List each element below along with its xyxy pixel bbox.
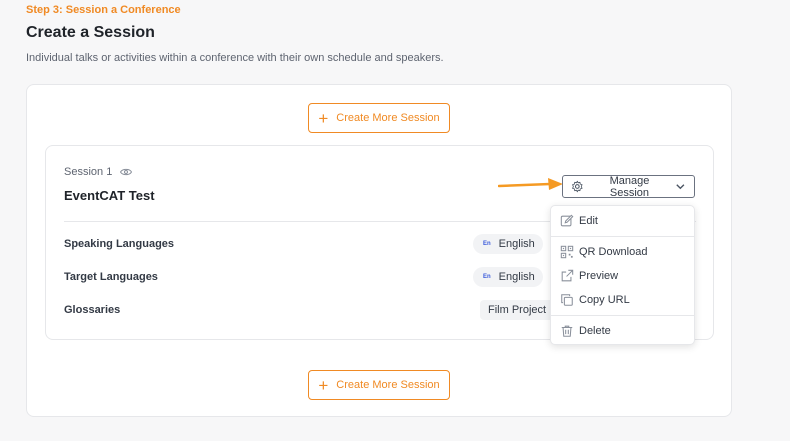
create-more-session-button-bottom[interactable]: + Create More Session (308, 370, 450, 400)
page-subtitle: Individual talks or activities within a … (26, 52, 444, 64)
flag-icon: En (483, 274, 491, 280)
target-languages-label: Target Languages (64, 271, 158, 283)
qr-icon (560, 245, 574, 259)
manage-session-dropdown: Edit QR Download Preview Copy URL Delete (550, 205, 695, 345)
speaking-language-value: English (498, 238, 535, 250)
menu-item-delete[interactable]: Delete (560, 323, 611, 339)
session-number-label: Session 1 (64, 166, 113, 178)
menu-item-copy-url[interactable]: Copy URL (560, 292, 630, 308)
menu-item-label: Edit (579, 215, 598, 227)
plus-icon: + (318, 375, 329, 395)
chevron-down-icon (676, 184, 685, 190)
flag-icon: En (483, 241, 491, 247)
target-language-value: English (498, 271, 535, 283)
speaking-languages-label: Speaking Languages (64, 238, 175, 250)
menu-item-edit[interactable]: Edit (560, 213, 598, 229)
menu-item-label: Copy URL (579, 294, 630, 306)
glossary-value: Film Project F (488, 304, 556, 316)
copy-icon (561, 294, 573, 306)
manage-session-button[interactable]: Manage Session (562, 174, 695, 199)
plus-icon: + (318, 108, 329, 128)
menu-divider (551, 236, 694, 237)
menu-item-qr-download[interactable]: QR Download (560, 244, 647, 260)
edit-icon (560, 214, 574, 227)
session-name: EventCAT Test (64, 188, 155, 203)
menu-divider (551, 315, 694, 316)
speaking-language-tag: En English (473, 234, 543, 254)
pointer-arrow-icon (498, 178, 563, 190)
eye-icon[interactable] (120, 167, 133, 177)
menu-item-label: Delete (579, 325, 611, 337)
trash-icon (561, 325, 573, 337)
gear-icon (572, 180, 583, 193)
create-more-session-button-top[interactable]: + Create More Session (308, 103, 450, 133)
menu-item-preview[interactable]: Preview (560, 268, 618, 284)
create-more-session-label: Create More Session (336, 379, 440, 391)
menu-item-label: QR Download (579, 246, 648, 258)
session-header: Session 1 (64, 166, 133, 178)
create-more-session-label: Create More Session (336, 112, 440, 124)
page-title: Create a Session (26, 24, 155, 41)
manage-session-label: Manage Session (609, 174, 650, 199)
external-link-icon (561, 269, 574, 282)
target-language-tag: En English (473, 267, 543, 287)
glossary-tag: Film Project F (480, 300, 558, 320)
glossaries-label: Glossaries (64, 304, 121, 316)
step-label: Step 3: Session a Conference (26, 4, 181, 16)
menu-item-label: Preview (579, 270, 619, 282)
